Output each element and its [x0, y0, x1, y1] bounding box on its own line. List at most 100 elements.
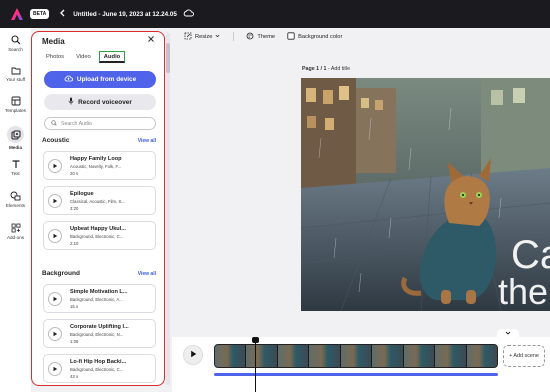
search-audio-field[interactable]: [44, 117, 156, 130]
folder-icon: [11, 66, 21, 75]
rail-label: Text: [11, 171, 20, 176]
rail-item-media[interactable]: Media: [0, 126, 31, 150]
record-label: Record voiceover: [78, 98, 132, 106]
filmstrip-frame: [403, 345, 436, 367]
canvas-toolbar: Resize Theme Background color: [172, 28, 550, 45]
filmstrip-frame: [372, 345, 404, 367]
rail-item-search[interactable]: Search: [0, 35, 31, 52]
scrollbar-thumb[interactable]: [166, 43, 170, 73]
track-title: Simple Motivation L...: [70, 289, 128, 295]
tab-audio[interactable]: Audio: [98, 51, 126, 63]
track-title: Epilogue: [70, 191, 94, 197]
track-duration: 15 s: [70, 304, 79, 309]
play-icon[interactable]: [48, 327, 62, 341]
play-icon[interactable]: [48, 362, 62, 376]
page-number: Page 1 / 1: [302, 66, 327, 72]
rail-label: Templates: [5, 108, 26, 113]
chevron-down-icon: [505, 330, 511, 337]
track-duration: 20 s: [70, 171, 79, 176]
tab-photos[interactable]: Photos: [42, 51, 68, 63]
panel-scrollbar[interactable]: [166, 33, 170, 385]
record-voiceover-button[interactable]: Record voiceover: [44, 94, 156, 110]
chevron-down-icon: [215, 34, 223, 40]
document-title[interactable]: Untitled - June 19, 2023 at 12.24.05: [73, 11, 177, 18]
filmstrip-frame: [435, 345, 467, 367]
templates-icon: [11, 96, 21, 106]
search-audio-input[interactable]: [61, 120, 151, 127]
audio-track-card[interactable]: Happy Family Loop Acoustic, Novelty, Fol…: [43, 151, 156, 180]
filmstrip-frame: [277, 345, 310, 367]
play-icon[interactable]: [48, 159, 62, 173]
left-rail: Search Your stuff Templates Media Text E…: [0, 28, 31, 392]
filmstrip-frame: [215, 345, 247, 367]
play-icon[interactable]: [48, 229, 62, 243]
background-color-swatch-icon: [287, 31, 298, 42]
theme-button[interactable]: Theme: [246, 32, 275, 42]
cloud-icon[interactable]: [183, 9, 194, 19]
play-icon: [190, 350, 197, 360]
filmstrip-frame: [246, 345, 278, 367]
chevron-left-icon[interactable]: [59, 9, 65, 19]
section-title: Background: [42, 270, 80, 277]
audio-track-card[interactable]: Corporate Uplifting I... Background, Ele…: [43, 319, 156, 348]
play-icon[interactable]: [48, 292, 62, 306]
track-duration: 43 s: [70, 374, 79, 379]
panel-title: Media: [42, 37, 65, 46]
view-all-link[interactable]: View all: [138, 271, 156, 277]
upload-label: Upload from device: [76, 76, 137, 83]
toolbar-divider: [233, 32, 235, 41]
view-all-link[interactable]: View all: [138, 138, 156, 144]
section-header-acoustic: Acoustic View all: [42, 137, 156, 144]
text-icon: [11, 159, 21, 169]
track-title: Upbeat Happy Ukul...: [70, 226, 126, 232]
close-icon[interactable]: [147, 35, 155, 46]
media-panel: Media Photos Video Audio Upload from dev…: [31, 31, 165, 386]
theme-label: Theme: [257, 33, 276, 40]
beta-badge: BETA: [30, 9, 50, 19]
rail-item-elements[interactable]: Elements: [0, 191, 31, 208]
add-ons-icon: [11, 223, 21, 233]
rail-item-add-ons[interactable]: Add-ons: [0, 223, 31, 240]
rail-item-text[interactable]: Text: [0, 159, 31, 176]
adobe-express-logo-icon[interactable]: [10, 7, 24, 21]
background-color-button[interactable]: Background color: [287, 31, 343, 42]
filmstrip-frame: [340, 345, 373, 367]
resize-label: Resize: [195, 33, 213, 40]
audio-track-bar[interactable]: [214, 373, 498, 376]
track-tags: Background, Electronic, C...: [70, 367, 124, 372]
resize-button[interactable]: Resize: [184, 32, 223, 42]
audio-track-card[interactable]: Simple Motivation L... Background, Elect…: [43, 284, 156, 313]
add-scene-button[interactable]: + Add scene: [503, 345, 545, 367]
audio-track-card[interactable]: Upbeat Happy Ukul... Background, Electro…: [43, 221, 156, 250]
track-tags: Background, Electronic, N...: [70, 332, 124, 337]
page-indicator[interactable]: Page 1 / 1 - Add title: [302, 66, 350, 72]
track-title: Happy Family Loop: [70, 156, 122, 162]
track-title: Lo-fi Hip Hop Backi...: [70, 359, 127, 365]
add-title-link[interactable]: Add title: [331, 66, 350, 72]
playhead-line[interactable]: [255, 340, 257, 392]
audio-track-card[interactable]: Epilogue Classical, Acoustic, Film, S...…: [43, 186, 156, 215]
design-artboard[interactable]: Ca the: [301, 78, 550, 311]
track-duration: 1:05: [70, 339, 79, 344]
cloud-upload-icon: [64, 75, 73, 84]
track-duration: 3:20: [70, 206, 79, 211]
rail-item-your-stuff[interactable]: Your stuff: [0, 66, 31, 82]
media-icon: [7, 126, 24, 143]
filmstrip-frame: [466, 345, 497, 367]
track-tags: Classical, Acoustic, Film, S...: [70, 199, 125, 204]
rail-label: Elements: [5, 203, 26, 208]
rail-label: Add-ons: [6, 235, 25, 240]
rail-label: Search: [8, 47, 23, 52]
section-header-background: Background View all: [42, 270, 156, 277]
timeline: + Add scene: [172, 337, 550, 392]
upload-from-device-button[interactable]: Upload from device: [44, 71, 156, 88]
scene-filmstrip[interactable]: [214, 344, 498, 368]
play-button[interactable]: [183, 345, 203, 365]
background-color-label: Background color: [298, 33, 343, 40]
top-bar: BETA Untitled - June 19, 2023 at 12.24.0…: [0, 0, 550, 28]
microphone-icon: [68, 97, 74, 107]
rail-item-templates[interactable]: Templates: [0, 96, 31, 113]
audio-track-card[interactable]: Lo-fi Hip Hop Backi... Background, Elect…: [43, 354, 156, 383]
tab-video[interactable]: Video: [72, 51, 95, 63]
play-icon[interactable]: [48, 194, 62, 208]
